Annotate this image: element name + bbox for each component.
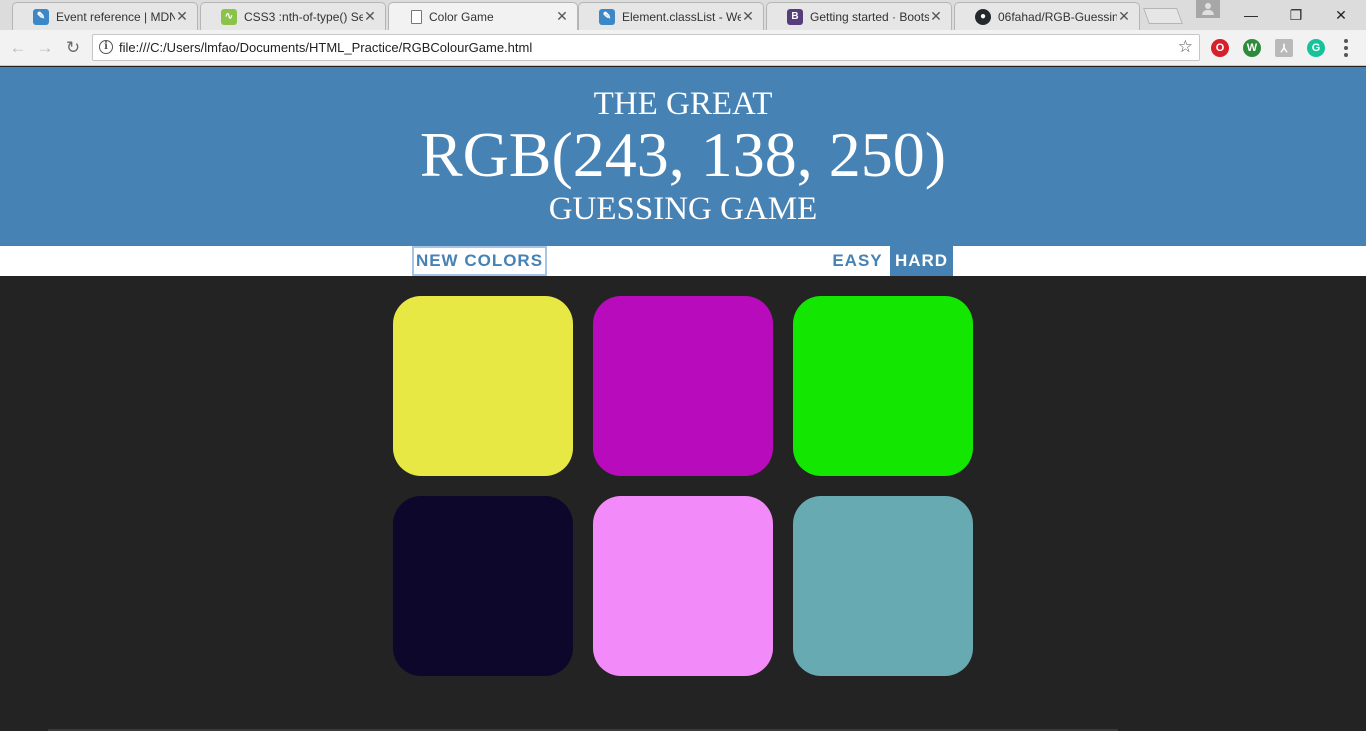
easy-mode-button[interactable]: Easy	[827, 246, 888, 276]
back-button[interactable]: ←	[6, 36, 30, 60]
close-tab-icon[interactable]: ✕	[929, 8, 943, 25]
tab-title: 06fahad/RGB-Guessing-	[998, 9, 1117, 24]
close-tab-icon[interactable]: ✕	[175, 8, 189, 25]
bootstrap-icon: B	[787, 8, 803, 25]
new-tab-button[interactable]	[1143, 8, 1183, 24]
bookmark-star-icon[interactable]: ☆	[1178, 37, 1193, 57]
controls-stripe: New Colors Easy Hard	[0, 246, 1366, 276]
browser-tab-strip: ✎ Event reference | MDN ✕ ∿ CSS3 :nth-of…	[0, 0, 1366, 30]
close-tab-icon[interactable]: ✕	[363, 8, 377, 25]
tab-title: Getting started · Bootstr	[810, 9, 929, 24]
tab-title: Element.classList - Web	[622, 9, 741, 24]
browser-tab[interactable]: ∿ CSS3 :nth-of-type() Sele ✕	[200, 2, 386, 30]
browser-tab[interactable]: B Getting started · Bootstr ✕	[766, 2, 952, 30]
close-window-button[interactable]: ✕	[1318, 0, 1364, 30]
rgb-display: RGB(243, 138, 250)	[419, 119, 947, 190]
mdn-icon: ✎	[599, 8, 615, 25]
close-tab-icon[interactable]: ✕	[741, 8, 755, 25]
profile-icon[interactable]	[1196, 0, 1220, 18]
browser-tab[interactable]: ● 06fahad/RGB-Guessing- ✕	[954, 2, 1140, 30]
tab-title: Color Game	[429, 9, 494, 24]
close-tab-icon[interactable]: ✕	[555, 8, 569, 25]
mdn-icon: ✎	[33, 8, 49, 25]
close-tab-icon[interactable]: ✕	[1117, 8, 1131, 25]
tab-title: Event reference | MDN	[56, 9, 175, 24]
pdf-extension-icon[interactable]: ⅄	[1275, 39, 1293, 57]
browser-menu-icon[interactable]	[1343, 39, 1349, 57]
header-line-guessing-game: Guessing Game	[548, 191, 818, 227]
hard-mode-button[interactable]: Hard	[890, 246, 953, 276]
github-icon: ●	[975, 8, 991, 25]
color-square[interactable]	[593, 296, 773, 476]
color-square[interactable]	[793, 296, 973, 476]
site-info-icon[interactable]: i	[99, 40, 113, 54]
browser-tab[interactable]: ✎ Event reference | MDN ✕	[12, 2, 198, 30]
minimize-button[interactable]: —	[1228, 0, 1274, 30]
color-square[interactable]	[793, 496, 973, 676]
header-line-great: The Great	[593, 86, 773, 122]
game-page: The Great RGB(243, 138, 250) Guessing Ga…	[0, 67, 1366, 731]
game-header: The Great RGB(243, 138, 250) Guessing Ga…	[0, 67, 1366, 246]
css-icon: ∿	[221, 8, 237, 25]
reload-button[interactable]: ↻	[61, 36, 85, 60]
opera-icon[interactable]: O	[1211, 39, 1229, 57]
forward-button[interactable]: →	[33, 36, 57, 60]
color-square[interactable]	[393, 296, 573, 476]
address-bar[interactable]: i file:///C:/Users/lmfao/Documents/HTML_…	[92, 34, 1200, 61]
browser-tab[interactable]: ✎ Element.classList - Web ✕	[578, 2, 764, 30]
page-icon	[411, 9, 422, 24]
url-text[interactable]: file:///C:/Users/lmfao/Documents/HTML_Pr…	[119, 40, 532, 55]
browser-toolbar: ← → ↻ i file:///C:/Users/lmfao/Documents…	[0, 30, 1366, 66]
browser-tab-active[interactable]: Color Game ✕	[388, 2, 578, 30]
color-square[interactable]	[393, 496, 573, 676]
w-extension-icon[interactable]: W	[1243, 39, 1261, 57]
grammarly-icon[interactable]: G	[1307, 39, 1325, 57]
color-square[interactable]	[593, 496, 773, 676]
restore-button[interactable]: ❐	[1273, 0, 1319, 30]
new-colors-button[interactable]: New Colors	[412, 246, 547, 276]
tab-title: CSS3 :nth-of-type() Sele	[244, 9, 363, 24]
